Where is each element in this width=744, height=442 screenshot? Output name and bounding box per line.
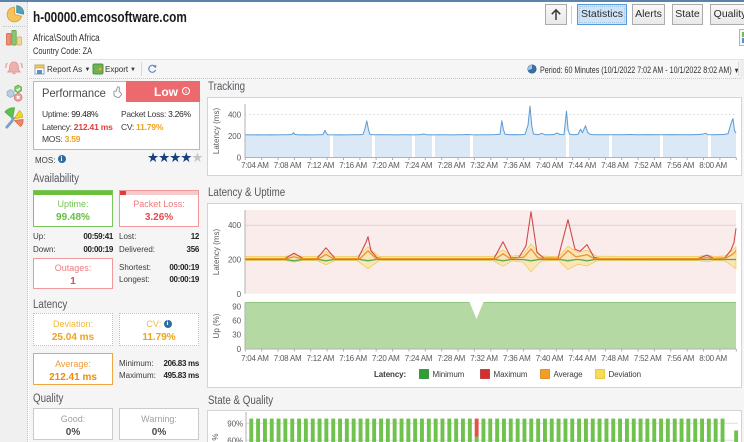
svg-text:7:40 AM: 7:40 AM — [536, 354, 564, 363]
svg-text:7:48 AM: 7:48 AM — [601, 354, 629, 363]
svg-text:200: 200 — [228, 256, 242, 265]
svg-text:Latency (ms): Latency (ms) — [212, 108, 221, 155]
svg-text:400: 400 — [228, 221, 242, 230]
svg-text:Latency (ms): Latency (ms) — [212, 229, 221, 276]
svg-text:7:28 AM: 7:28 AM — [437, 354, 465, 363]
svg-text:200: 200 — [228, 132, 242, 141]
svg-text:7:36 AM: 7:36 AM — [503, 354, 531, 363]
svg-text:7:32 AM: 7:32 AM — [470, 354, 498, 363]
svg-text:60: 60 — [232, 317, 241, 326]
svg-text:7:08 AM: 7:08 AM — [274, 354, 302, 363]
svg-text:Deviation: Deviation — [609, 370, 641, 379]
svg-text:7:52 AM: 7:52 AM — [634, 161, 662, 170]
svg-text:7:24 AM: 7:24 AM — [405, 354, 433, 363]
svg-text:7:32 AM: 7:32 AM — [470, 161, 498, 170]
svg-text:7:04 AM: 7:04 AM — [241, 354, 269, 363]
svg-text:7:44 AM: 7:44 AM — [568, 354, 596, 363]
svg-text:7:08 AM: 7:08 AM — [274, 161, 302, 170]
svg-text:7:12 AM: 7:12 AM — [307, 354, 335, 363]
svg-text:7:52 AM: 7:52 AM — [634, 354, 662, 363]
svg-text:7:16 AM: 7:16 AM — [339, 354, 367, 363]
svg-text:7:56 AM: 7:56 AM — [667, 354, 695, 363]
svg-text:7:12 AM: 7:12 AM — [307, 161, 335, 170]
svg-text:400: 400 — [228, 111, 242, 120]
svg-text:7:48 AM: 7:48 AM — [601, 161, 629, 170]
svg-text:Maximum: Maximum — [494, 370, 528, 379]
svg-text:8:00 AM: 8:00 AM — [699, 354, 727, 363]
svg-text:7:36 AM: 7:36 AM — [503, 161, 531, 170]
svg-text:60%: 60% — [227, 436, 243, 442]
svg-text:90%: 90% — [227, 419, 243, 428]
svg-text:90: 90 — [232, 302, 241, 311]
svg-text:Average: Average — [554, 370, 584, 379]
svg-text:7:16 AM: 7:16 AM — [339, 161, 367, 170]
svg-text:7:44 AM: 7:44 AM — [568, 161, 596, 170]
svg-text:7:20 AM: 7:20 AM — [372, 354, 400, 363]
svg-text:8:00 AM: 8:00 AM — [699, 161, 727, 170]
svg-text:0: 0 — [237, 290, 242, 299]
svg-text:7:40 AM: 7:40 AM — [536, 161, 564, 170]
svg-text:30: 30 — [232, 331, 241, 340]
svg-text:7:56 AM: 7:56 AM — [667, 161, 695, 170]
svg-text:Latency:: Latency: — [374, 370, 406, 379]
svg-text:7:20 AM: 7:20 AM — [372, 161, 400, 170]
svg-text:7:24 AM: 7:24 AM — [405, 161, 433, 170]
svg-text:Minimum: Minimum — [433, 370, 465, 379]
svg-text:0: 0 — [237, 345, 242, 354]
svg-text:7:28 AM: 7:28 AM — [437, 161, 465, 170]
svg-text:Up (%): Up (%) — [212, 313, 221, 338]
svg-text:7:04 AM: 7:04 AM — [241, 161, 269, 170]
svg-text:%: % — [211, 433, 220, 440]
